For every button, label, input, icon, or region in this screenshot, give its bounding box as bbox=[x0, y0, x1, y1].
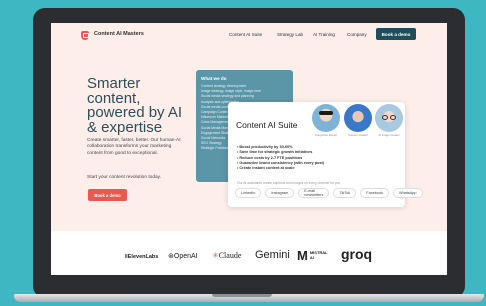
claude-logo: ✳Claude bbox=[212, 251, 242, 260]
brand-logo-icon[interactable] bbox=[81, 31, 89, 40]
services-card-title: What we do bbox=[201, 76, 227, 81]
mistral-logo: M MISTRAL AI bbox=[297, 248, 328, 263]
chip-email-newsletters[interactable]: E-mail newsletters bbox=[298, 188, 330, 198]
benefit-item: • Create instant content at scale bbox=[237, 166, 295, 171]
sunglasses-icon bbox=[319, 111, 333, 115]
nav-link-ai-training[interactable]: AI Training bbox=[313, 32, 335, 37]
nav-link-content-ai-suite[interactable]: Content AI Suite bbox=[229, 32, 262, 37]
suite-benefits-list: • Boost productivity by 30-60% • Save ti… bbox=[237, 145, 324, 171]
glasses-icon bbox=[390, 115, 396, 120]
openai-logo: ⊛OpenAI bbox=[168, 253, 198, 260]
brand-name[interactable]: Content AI Masters bbox=[94, 31, 144, 37]
glasses-icon bbox=[382, 115, 388, 120]
nav-link-strategy-lab[interactable]: Strategy Lab bbox=[277, 32, 303, 37]
avatar-label: Copywriter Expert bbox=[314, 133, 338, 137]
content-creator-avatar bbox=[344, 104, 372, 132]
chip-whatsapp[interactable]: WhatsApp bbox=[392, 188, 423, 198]
hero-book-demo-button[interactable]: Book a demo bbox=[88, 189, 127, 201]
content-ai-suite-card: Content AI Suite Copywriter Expert Conte… bbox=[228, 102, 423, 207]
image-creator-avatar bbox=[375, 104, 403, 132]
suite-card-title: Content AI Suite bbox=[236, 120, 298, 130]
hero-title: Smarter content, powered by AI & experti… bbox=[87, 76, 197, 136]
elevenlabs-logo: ǁElevenLabs bbox=[125, 254, 159, 260]
nav-book-demo-button[interactable]: Book a demo bbox=[376, 28, 416, 40]
chip-linkedin[interactable]: LinkedIn bbox=[235, 188, 262, 198]
nav-link-company[interactable]: Company bbox=[347, 32, 367, 37]
partner-logo-bar: ǁElevenLabs ⊛OpenAI ✳Claude Gemini M MIS… bbox=[51, 231, 447, 275]
laptop-notch bbox=[212, 294, 272, 297]
chip-instagram[interactable]: Instagram bbox=[265, 188, 295, 198]
hero-description: Create smarter, faster, better. Our huma… bbox=[87, 138, 181, 156]
gemini-logo: Gemini bbox=[255, 249, 290, 261]
avatar-label: Content Creator bbox=[348, 133, 368, 137]
chip-facebook[interactable]: Facebook bbox=[360, 188, 389, 198]
mistral-icon: M bbox=[297, 248, 308, 263]
top-nav: Content AI Masters Content AI Suite Stra… bbox=[51, 23, 447, 47]
claude-icon: ✳ bbox=[212, 251, 219, 260]
avatar-label: AI Image Creator bbox=[378, 133, 400, 137]
groq-logo: groq bbox=[341, 246, 373, 262]
suite-note: Our AI assistants create captions and im… bbox=[237, 181, 341, 185]
hero-subtext: Start your content revolution today. bbox=[87, 175, 162, 180]
channel-chips: LinkedIn Instagram E-mail newsletters Ti… bbox=[235, 188, 423, 198]
website-screen: Content AI Masters Content AI Suite Stra… bbox=[51, 23, 447, 275]
hero-title-line: & expertise bbox=[87, 118, 163, 136]
chip-tiktok[interactable]: TikTok bbox=[333, 188, 357, 198]
copywriter-avatar bbox=[312, 104, 340, 132]
